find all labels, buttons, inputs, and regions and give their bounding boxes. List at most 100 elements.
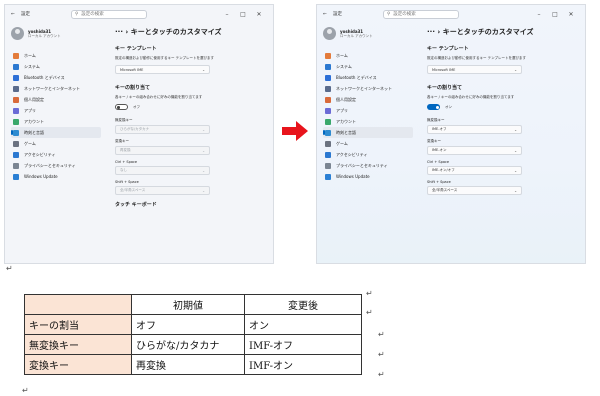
ctrl-space-label: Ctrl + Space [115,160,138,164]
search-placeholder: 設定の検索 [393,12,416,17]
sidebar-item-label: Windows Update [336,174,370,179]
nav-list: ホーム システム Bluetooth とデバイスネットワークとインターネット個人用設… [323,50,413,182]
paragraph-mark: ↵ [378,370,385,379]
nav-item-icon [13,118,19,125]
sidebar-item[interactable]: 個人用設定 [323,94,413,105]
minimize-icon[interactable]: – [531,11,547,18]
nav-item-icon [13,85,19,92]
nav-item-icon [13,151,19,158]
henkan-label: 変換キー [115,139,129,143]
sidebar-item[interactable]: Windows Update [11,171,101,182]
sidebar-item[interactable]: ゲーム [11,138,101,149]
template-dropdown[interactable]: Microsoft IME ⌄ [427,65,522,74]
sidebar-item[interactable]: ホーム [323,50,413,61]
sidebar-item[interactable]: 時刻と言語 [11,127,101,138]
shift-space-dropdown[interactable]: 全/半角スペース ⌄ [115,186,210,195]
muhenkan-value: IME-オフ [432,127,447,131]
sidebar-item[interactable]: システム [323,61,413,72]
template-description: 既定の構造および動作に使用するキー テンプレートを選びます [427,56,527,60]
sidebar-item[interactable]: ネットワークとインターネット [323,83,413,94]
table-row: 無変換キー ひらがな/カタカナ IMF-オフ [24,334,362,355]
sidebar-item[interactable]: システム [11,61,101,72]
sidebar-item[interactable]: アクセシビリティ [11,149,101,160]
nav-item-icon [13,52,19,59]
paragraph-mark: ↵ [22,386,29,395]
assign-description: 各キー / キーの組み合わせに好みの機能を割り当てます [115,95,203,99]
sidebar-item[interactable]: 時刻と言語 [323,127,413,138]
sidebar-item[interactable]: アカウント [11,116,101,127]
sidebar-item-label: 個人用設定 [24,96,44,102]
nav-list: ホーム システム Bluetooth とデバイスネットワークとインターネット 個人用設… [11,50,101,182]
sidebar-item[interactable]: ホーム [11,50,101,61]
nav-item-icon [13,162,19,169]
close-icon[interactable]: ✕ [251,11,267,18]
ctrl-space-value: IME-オン/オフ [432,168,455,172]
sidebar-item[interactable]: アプリ [11,105,101,116]
chevron-down-icon: ⌄ [202,67,205,72]
ctrl-space-dropdown[interactable]: IME-オン/オフ ⌄ [427,166,522,175]
user-profile[interactable]: yoshida31 ローカル アカウント [323,27,413,40]
maximize-icon[interactable]: □ [235,11,251,18]
shift-space-value: 全/半角スペース [120,188,146,192]
template-description: 既定の構造および動作に使用するキー テンプレートを選びます [115,56,215,60]
sidebar-item[interactable]: アクセシビリティ [323,149,413,160]
nav-item-icon [325,151,331,158]
search-box[interactable]: ⚲ 設定の検索 [383,9,459,19]
sidebar-item-label: ネットワークとインターネット [336,85,392,91]
search-placeholder: 設定の検索 [81,12,104,17]
sidebar-item[interactable]: プライバシーとセキュリティ [323,160,413,171]
maximize-icon[interactable]: □ [547,11,563,18]
assign-heading: キーの割り当て [427,85,463,91]
avatar [11,27,24,40]
app-title: 設定 [333,12,342,17]
table-header-cell [24,294,132,315]
app-title: 設定 [21,12,30,17]
sidebar-item-label: Windows Update [24,174,58,179]
settings-comparison-table: 初期値 変更後 キーの割当 オフ オン 無変換キー ひらがな/カタカナ IMF-… [24,294,362,375]
ctrl-space-dropdown[interactable]: なし ⌄ [115,166,210,175]
henkan-value: IME-オン [432,148,447,152]
table-header-cell: 変更後 [244,294,362,315]
sidebar-item-label: ネットワークとインターネット [24,85,80,91]
shift-space-dropdown[interactable]: 全/半角スペース ⌄ [427,186,522,195]
nav-item-icon [13,107,19,114]
search-box[interactable]: ⚲ 設定の検索 [71,9,147,19]
sidebar-item[interactable]: Windows Update [323,171,413,182]
title-bar: ← 設定 ⚲ 設定の検索 – □ ✕ [317,5,585,23]
minimize-icon[interactable]: – [219,11,235,18]
sidebar-item[interactable]: Bluetooth とデバイス [323,72,413,83]
sidebar-item[interactable]: 個人用設定 [11,94,101,105]
user-profile[interactable]: yoshida31 ローカル アカウント [11,27,101,40]
assign-toggle[interactable] [115,104,128,110]
henkan-dropdown[interactable]: IME-オン ⌄ [427,146,522,155]
nav-item-icon [13,140,19,147]
sidebar-item-label: アプリ [336,107,348,113]
sidebar-item[interactable]: ネットワークとインターネット [11,83,101,94]
sidebar-item[interactable]: アカウント [323,116,413,127]
sidebar-item[interactable]: プライバシーとセキュリティ [11,160,101,171]
main-content: ··· › キーとタッチのカスタマイズ キー テンプレート 既定の構造および動作… [115,27,265,212]
back-arrow-icon[interactable]: ← [323,12,333,17]
settings-window-after: ← 設定 ⚲ 設定の検索 – □ ✕ yoshida31 ローカル アカウント … [316,4,586,264]
chevron-down-icon: ⌄ [514,67,517,72]
paragraph-mark: ↵ [378,350,385,359]
close-icon[interactable]: ✕ [563,11,579,18]
ctrl-space-value: なし [120,168,127,172]
touch-keyboard-heading: タッチ キーボード [115,202,157,208]
sidebar-item[interactable]: Bluetooth とデバイス [11,72,101,83]
muhenkan-dropdown[interactable]: IME-オフ ⌄ [427,125,522,134]
nav-item-icon [325,140,331,147]
muhenkan-dropdown[interactable]: ひらがな/カタカナ ⌄ [115,125,210,134]
document-page: ← 設定 ⚲ 設定の検索 – □ ✕ yoshida31 ローカル アカウント … [0,0,600,396]
assign-toggle[interactable] [427,104,440,110]
sidebar-item-label: プライバシーとセキュリティ [24,162,76,168]
sidebar-item[interactable]: ゲーム [323,138,413,149]
template-dropdown[interactable]: Microsoft IME ⌄ [115,65,210,74]
sidebar-item-label: アプリ [24,107,36,113]
chevron-down-icon: ⌄ [514,148,517,153]
sidebar-item[interactable]: アプリ [323,105,413,116]
paragraph-mark: ↵ [366,289,373,298]
template-value: Microsoft IME [432,67,456,72]
back-arrow-icon[interactable]: ← [11,12,21,17]
henkan-dropdown[interactable]: 再変換 ⌄ [115,146,210,155]
